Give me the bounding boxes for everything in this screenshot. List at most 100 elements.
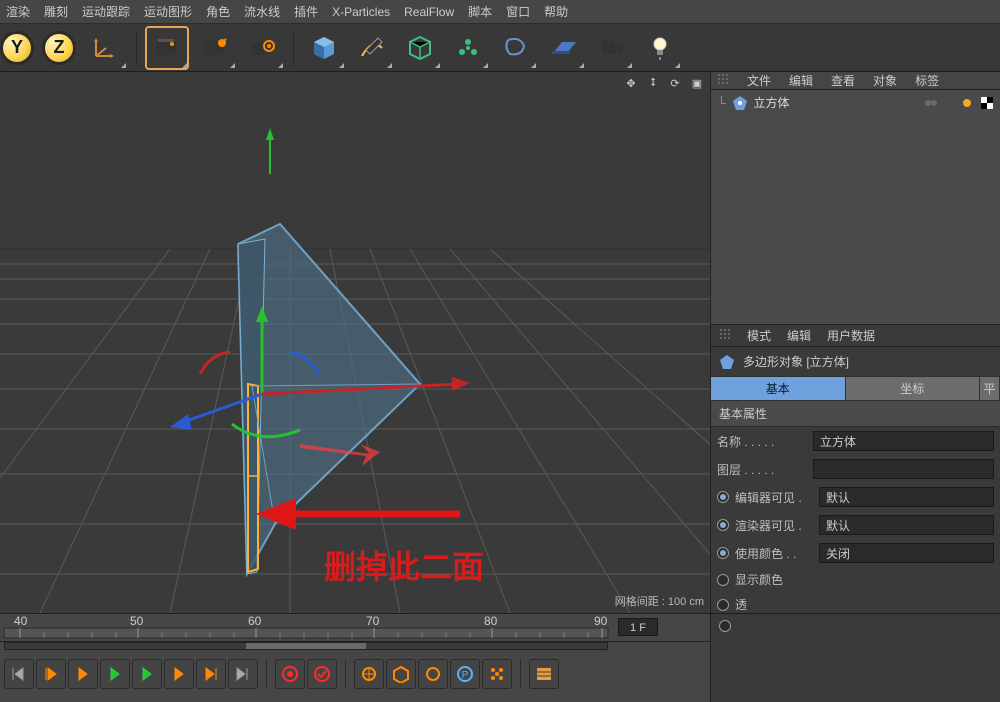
viewport-zoom-icon[interactable]: ⭥ [644, 74, 662, 92]
light-icon[interactable] [638, 26, 682, 70]
attr-name-label: 名称 . . . . . [717, 433, 813, 450]
goto-end-button[interactable] [228, 659, 258, 689]
timeline-area: 40 50 60 70 80 90 1 F P [0, 613, 1000, 701]
ruler-tick-90: 90 [594, 614, 607, 628]
toolbar-divider [136, 30, 137, 66]
menu-pipeline[interactable]: 流水线 [244, 3, 280, 20]
viewport-rotate-icon[interactable]: ⟳ [666, 74, 684, 92]
play-backward-button[interactable] [100, 659, 130, 689]
radio-icon[interactable] [717, 547, 729, 559]
play-forward-button[interactable] [132, 659, 162, 689]
attr-name-input[interactable] [813, 431, 994, 451]
ruler-tick-40: 40 [14, 614, 27, 628]
axis-z-badge[interactable]: Z [42, 31, 76, 65]
attr-menu-userdata[interactable]: 用户数据 [827, 327, 875, 344]
ruler-tick-50: 50 [130, 614, 143, 628]
attr-tab-extra[interactable]: 平 [980, 377, 1000, 400]
attr-title-label: 多边形对象 [立方体] [743, 353, 849, 370]
viewport-layout-icon[interactable]: ▣ [688, 74, 706, 92]
key-rotation-icon[interactable] [418, 659, 448, 689]
perspective-viewport[interactable]: 删掉此二面 网格间距 : 100 cm [0, 94, 710, 613]
attr-layer-input[interactable] [813, 459, 994, 479]
coordinate-system-icon[interactable] [84, 26, 128, 70]
attr-section-basic: 基本属性 [711, 401, 1000, 427]
attr-object-title: 多边形对象 [立方体] [711, 347, 1000, 377]
tag-dot-icon[interactable] [960, 96, 974, 110]
dopesheet-icon[interactable] [529, 659, 559, 689]
radio-icon[interactable] [719, 620, 731, 632]
attr-render-vis-label: 渲染器可见 . [735, 517, 819, 534]
attr-render-vis-select[interactable] [819, 515, 994, 535]
menu-character[interactable]: 角色 [206, 3, 230, 20]
om-object-name[interactable]: 立方体 [754, 94, 790, 111]
menu-plugins[interactable]: 插件 [294, 3, 318, 20]
om-menu-tags[interactable]: 标签 [915, 72, 939, 89]
pen-spline-icon[interactable] [350, 26, 394, 70]
polygon-object-icon [719, 354, 735, 370]
key-param-icon[interactable]: P [450, 659, 480, 689]
texture-tag-icon[interactable] [980, 96, 994, 110]
record-key-button[interactable] [275, 659, 305, 689]
om-menu-view[interactable]: 查看 [831, 72, 855, 89]
menu-sculpt[interactable]: 雕刻 [44, 3, 68, 20]
annotation-text: 删掉此二面 [324, 542, 484, 588]
key-position-icon[interactable] [354, 659, 384, 689]
menu-xparticles[interactable]: X-Particles [332, 5, 390, 19]
current-frame-field[interactable]: 1 F [618, 618, 658, 636]
attr-menu-edit[interactable]: 编辑 [787, 327, 811, 344]
camera-icon[interactable] [590, 26, 634, 70]
render-settings-icon[interactable] [241, 26, 285, 70]
menu-window[interactable]: 窗口 [506, 3, 530, 20]
om-menu-file[interactable]: 文件 [747, 72, 771, 89]
panel-grip-icon[interactable] [717, 73, 729, 88]
object-manager-menubar: 文件 编辑 查看 对象 标签 [711, 72, 1000, 90]
om-menu-objects[interactable]: 对象 [873, 72, 897, 89]
autokey-button[interactable] [307, 659, 337, 689]
object-manager[interactable]: └ 立方体 [711, 90, 1000, 325]
attribute-manager: 模式 编辑 用户数据 多边形对象 [立方体] 基本 坐标 平 基本属性 名称 .… [711, 325, 1000, 617]
attr-menu-mode[interactable]: 模式 [747, 327, 771, 344]
floor-icon[interactable] [542, 26, 586, 70]
keyframe-selection-icon[interactable] [482, 659, 512, 689]
visibility-dots-icon[interactable] [924, 96, 938, 110]
menu-realflow[interactable]: RealFlow [404, 5, 454, 19]
cube-primitive-icon[interactable] [302, 26, 346, 70]
array-icon[interactable] [446, 26, 490, 70]
render-pv-icon[interactable] [193, 26, 237, 70]
prev-key-button[interactable] [36, 659, 66, 689]
menu-tracking[interactable]: 运动跟踪 [82, 3, 130, 20]
axis-y-badge[interactable]: Y [0, 31, 34, 65]
attr-editor-vis-select[interactable] [819, 487, 994, 507]
main-menubar: 渲染 雕刻 运动跟踪 运动图形 角色 流水线 插件 X-Particles Re… [0, 0, 1000, 24]
attr-pass-label: 透 [735, 596, 819, 613]
radio-icon[interactable] [717, 599, 729, 611]
radio-icon[interactable] [717, 574, 729, 586]
om-expand-icon[interactable]: └ [717, 96, 726, 110]
render-view-icon[interactable] [145, 26, 189, 70]
attr-tab-basic[interactable]: 基本 [711, 377, 846, 400]
attr-usecolor-select[interactable] [819, 543, 994, 563]
key-scale-icon[interactable] [386, 659, 416, 689]
menu-render[interactable]: 渲染 [6, 3, 30, 20]
attr-layer-label: 图层 . . . . . [717, 461, 813, 478]
ruler-tick-60: 60 [248, 614, 261, 628]
ruler-tick-70: 70 [366, 614, 379, 628]
deformer-icon[interactable] [494, 26, 538, 70]
nurbs-icon[interactable] [398, 26, 442, 70]
menu-mograph[interactable]: 运动图形 [144, 3, 192, 20]
menu-script[interactable]: 脚本 [468, 3, 492, 20]
next-key-button[interactable] [196, 659, 226, 689]
goto-start-button[interactable] [4, 659, 34, 689]
menu-help[interactable]: 帮助 [544, 3, 568, 20]
attr-tab-coord[interactable]: 坐标 [846, 377, 981, 400]
viewport-move-icon[interactable]: ✥ [622, 74, 640, 92]
timeline-scroll-thumb[interactable] [246, 643, 366, 649]
om-object-row[interactable]: └ 立方体 [711, 90, 1000, 115]
panel-grip-icon[interactable] [719, 328, 731, 343]
svg-text:P: P [462, 670, 469, 681]
next-frame-button[interactable] [164, 659, 194, 689]
om-menu-edit[interactable]: 编辑 [789, 72, 813, 89]
prev-frame-button[interactable] [68, 659, 98, 689]
radio-icon[interactable] [717, 519, 729, 531]
radio-icon[interactable] [717, 491, 729, 503]
